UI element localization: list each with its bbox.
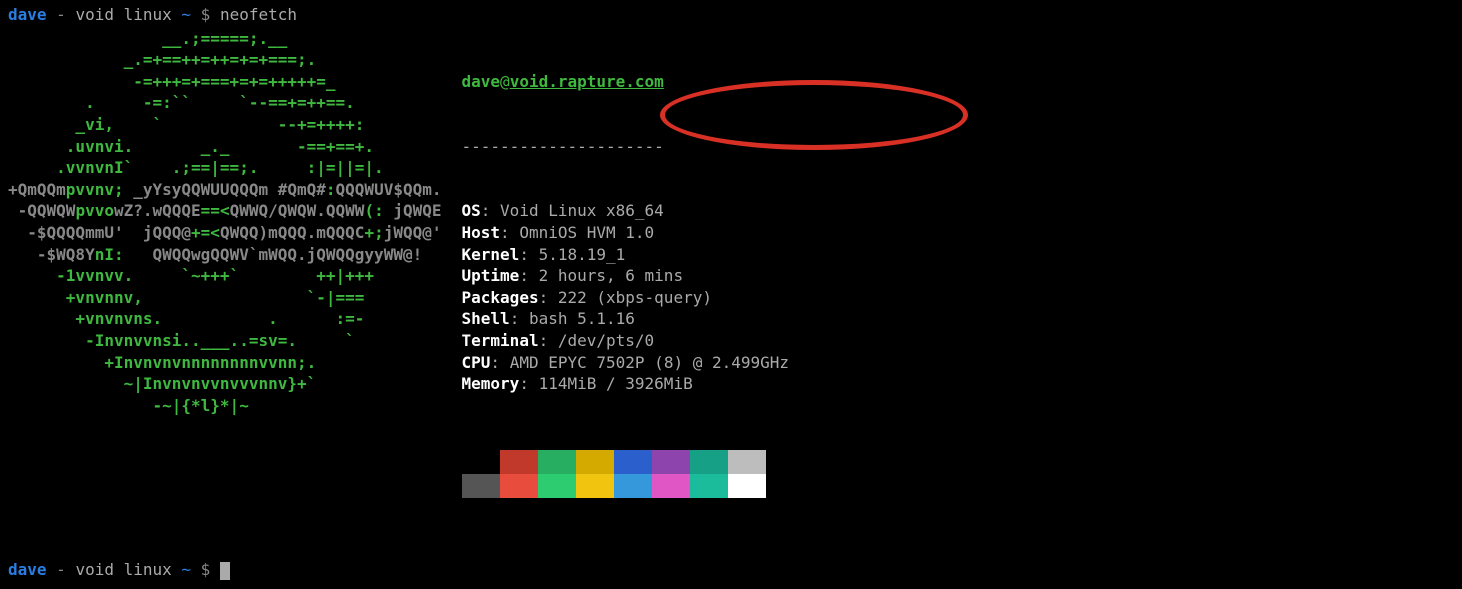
info-row-kernel: Kernel: 5.18.19_1 xyxy=(462,244,790,266)
info-row-uptime: Uptime: 2 hours, 6 mins xyxy=(462,265,790,287)
prompt-dash: - xyxy=(47,5,76,24)
info-label: OS xyxy=(462,201,481,220)
color-swatch xyxy=(500,450,538,474)
info-value: Void Linux x86_64 xyxy=(500,201,664,220)
prompt-user: dave xyxy=(8,560,47,579)
prompt-dollar: $ xyxy=(201,560,211,579)
info-user: dave xyxy=(462,72,501,91)
ascii-logo: __.;=====;.__ _.=+==++=++=+=+===;. -=+++… xyxy=(8,28,442,417)
info-value: AMD EPYC 7502P (8) @ 2.499GHz xyxy=(510,353,789,372)
info-hostname: void.rapture.com xyxy=(510,72,664,91)
info-value: 5.18.19_1 xyxy=(539,245,626,264)
color-swatch xyxy=(576,474,614,498)
prompt-line-2[interactable]: dave - void linux ~ $ xyxy=(8,559,230,581)
info-label: Kernel xyxy=(462,245,520,264)
color-swatch xyxy=(614,474,652,498)
system-info: dave@void.rapture.com ------------------… xyxy=(462,28,790,541)
info-label: Terminal xyxy=(462,331,539,350)
color-swatch xyxy=(690,474,728,498)
info-row-terminal: Terminal: /dev/pts/0 xyxy=(462,330,790,352)
info-label: Shell xyxy=(462,309,510,328)
info-label: Uptime xyxy=(462,266,520,285)
info-label: Host xyxy=(462,223,501,242)
prompt-tilde: ~ xyxy=(172,5,201,24)
palette-row-dark xyxy=(462,450,790,474)
info-value: OmniOS HVM 1.0 xyxy=(519,223,654,242)
cursor[interactable] xyxy=(220,562,230,580)
color-swatch xyxy=(652,474,690,498)
info-label: CPU xyxy=(462,353,491,372)
color-swatch xyxy=(538,450,576,474)
prompt-dollar: $ xyxy=(201,5,211,24)
color-swatch xyxy=(462,474,500,498)
color-swatch xyxy=(614,450,652,474)
neofetch-output: __.;=====;.__ _.=+==++=++=+=+===;. -=+++… xyxy=(8,28,1454,541)
info-row-memory: Memory: 114MiB / 3926MiB xyxy=(462,373,790,395)
prompt-command: neofetch xyxy=(210,5,297,24)
color-palette xyxy=(462,450,790,498)
color-swatch xyxy=(500,474,538,498)
color-swatch xyxy=(462,450,500,474)
prompt-host: void linux xyxy=(75,560,171,579)
info-header: dave@void.rapture.com xyxy=(462,71,790,93)
info-row-shell: Shell: bash 5.1.16 xyxy=(462,308,790,330)
color-swatch xyxy=(690,450,728,474)
color-swatch xyxy=(728,474,766,498)
prompt-user: dave xyxy=(8,5,47,24)
info-separator: --------------------- xyxy=(462,136,790,158)
info-row-host: Host: OmniOS HVM 1.0 xyxy=(462,222,790,244)
info-value: 222 (xbps-query) xyxy=(558,288,712,307)
info-row-packages: Packages: 222 (xbps-query) xyxy=(462,287,790,309)
info-value: 2 hours, 6 mins xyxy=(539,266,684,285)
info-at: @ xyxy=(500,72,510,91)
prompt-dash: - xyxy=(47,560,76,579)
prompt-host: void linux xyxy=(75,5,171,24)
color-swatch xyxy=(728,450,766,474)
info-label: Packages xyxy=(462,288,539,307)
palette-row-light xyxy=(462,474,790,498)
color-swatch xyxy=(576,450,614,474)
color-swatch xyxy=(538,474,576,498)
info-label: Memory xyxy=(462,374,520,393)
prompt-tilde: ~ xyxy=(172,560,201,579)
info-row-cpu: CPU: AMD EPYC 7502P (8) @ 2.499GHz xyxy=(462,352,790,374)
info-value: bash 5.1.16 xyxy=(529,309,635,328)
info-row-os: OS: Void Linux x86_64 xyxy=(462,200,790,222)
info-value: 114MiB / 3926MiB xyxy=(539,374,693,393)
prompt-line-1: dave - void linux ~ $ neofetch xyxy=(8,4,1454,26)
info-value: /dev/pts/0 xyxy=(558,331,654,350)
color-swatch xyxy=(652,450,690,474)
